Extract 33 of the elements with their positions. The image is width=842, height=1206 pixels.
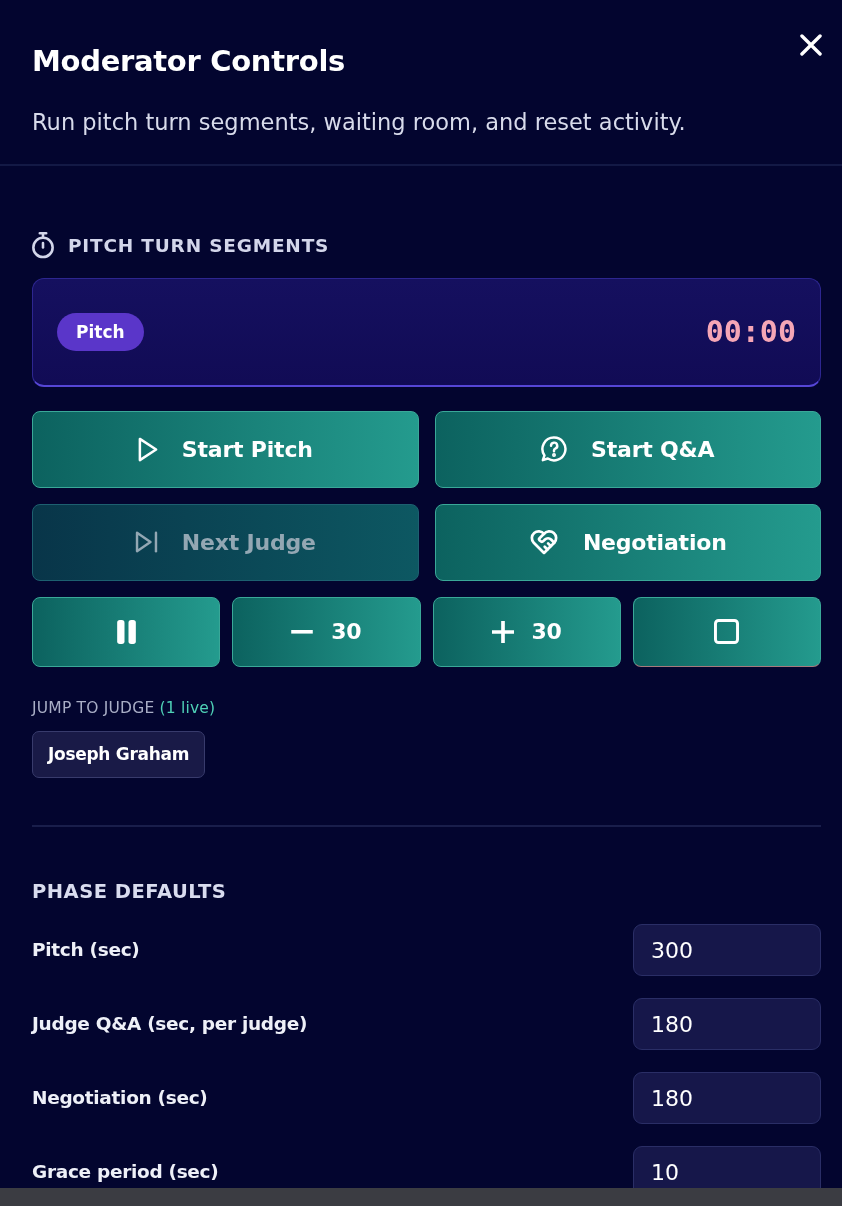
judge-chip[interactable]: Joseph Graham [32, 731, 206, 778]
seconds-field[interactable]: 180 [633, 1072, 821, 1125]
pause-button[interactable] [32, 596, 221, 667]
timer-readout: 00:00 [705, 313, 796, 352]
stop-button[interactable] [632, 596, 821, 667]
stopwatch-icon [32, 232, 54, 260]
skip-next-icon [134, 531, 158, 554]
jump-to-judge-label: JUMP TO JUDGE (1 live) [32, 697, 216, 719]
phase-badge: Pitch [57, 312, 144, 351]
field-label: Grace period (sec) [32, 1160, 219, 1185]
dialog-subtitle: Run pitch turn segments, waiting room, and reset activity. [32, 108, 686, 136]
minus-icon [291, 629, 314, 634]
section-heading: PITCH TURN SEGMENTS [68, 234, 330, 258]
start-qa-button[interactable]: Start Q&A [434, 410, 821, 488]
section-heading: PHASE DEFAULTS [32, 879, 227, 905]
negotiation-button[interactable]: Negotiation [434, 503, 821, 581]
seconds-field[interactable]: 300 [633, 924, 821, 977]
field-label: Pitch (sec) [32, 938, 140, 963]
dialog-title: Moderator Controls [32, 44, 345, 79]
field-label: Judge Q&A (sec, per judge) [32, 1012, 308, 1037]
stop-icon [714, 619, 740, 645]
pause-icon [116, 619, 136, 644]
start-pitch-button[interactable]: Start Pitch [32, 410, 419, 488]
play-icon [137, 436, 158, 462]
plus-icon [491, 620, 514, 643]
add-time-button[interactable]: 30 [432, 596, 621, 667]
question-bubble-icon [541, 436, 568, 463]
field-label: Negotiation (sec) [32, 1086, 208, 1111]
handshake-icon [528, 529, 559, 556]
seconds-field[interactable]: 10 [633, 1146, 821, 1188]
subtract-time-button[interactable]: 30 [232, 596, 421, 667]
close-icon [800, 34, 822, 56]
seconds-field[interactable]: 180 [633, 998, 821, 1051]
